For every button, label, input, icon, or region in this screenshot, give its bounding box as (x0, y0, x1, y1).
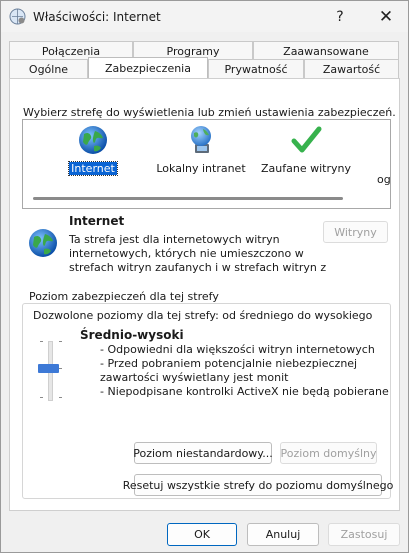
apply-button[interactable]: Zastosuj (328, 523, 400, 546)
allowed-levels-text: Dozwolone poziomy dla tej strefy: od śre… (33, 309, 373, 322)
custom-level-button[interactable]: Poziom niestandardowy... (133, 442, 273, 464)
security-level-group-title: Poziom zabezpieczeń dla tej strefy (26, 290, 222, 303)
zone-label-trusted-sites: Zaufane witryny (261, 162, 351, 175)
slider-tick (59, 397, 62, 398)
security-level-group (22, 303, 391, 499)
title-bar: Właściwości: Internet ? ✕ (1, 1, 408, 32)
zone-item-internet[interactable]: Internet (53, 120, 133, 180)
slider-tick (40, 397, 43, 398)
help-button[interactable]: ? (317, 1, 363, 32)
internet-zone-globe-icon (29, 229, 57, 257)
security-tab-panel: Wybierz strefę do wyświetlenia lub zmień… (9, 78, 400, 511)
zone-list-scrollbar[interactable] (33, 197, 343, 200)
slider-tick (59, 368, 62, 369)
slider-tick (59, 341, 62, 342)
default-level-button[interactable]: Poziom domyślny (280, 442, 377, 464)
tab-advanced[interactable]: Zaawansowane (253, 41, 399, 60)
checkmark-icon (291, 126, 322, 153)
intranet-globe-icon (191, 126, 211, 153)
zone-instruction: Wybierz strefę do wyświetlenia lub zmień… (23, 106, 396, 119)
zone-info-title: Internet (69, 214, 125, 228)
window-title: Właściwości: Internet (33, 10, 161, 24)
zone-label-local-intranet: Lokalny intranet (156, 162, 246, 175)
security-level-slider-thumb[interactable] (38, 364, 59, 373)
zone-item-trusted-sites[interactable]: Zaufane witryny (261, 120, 351, 180)
zone-label-internet: Internet (68, 161, 118, 176)
zone-item-local-intranet[interactable]: Lokalny intranet (151, 120, 251, 180)
tab-security[interactable]: Zabezpieczenia (88, 57, 208, 78)
reset-all-zones-button[interactable]: Resetuj wszystkie strefy do poziomu domy… (123, 474, 393, 496)
zone-list[interactable]: Internet Lokalny intranet Zaufane witryn… (22, 119, 391, 209)
sites-button[interactable]: Witryny (323, 221, 388, 243)
tab-privacy[interactable]: Prywatność (208, 59, 304, 78)
level-detail-1: - Odpowiedni dla większości witryn inter… (100, 343, 375, 356)
ok-button[interactable]: OK (167, 523, 237, 546)
tab-general[interactable]: Ogólne (9, 59, 88, 78)
close-button[interactable]: ✕ (363, 1, 409, 32)
level-detail-2: - Przed pobraniem potencjalnie niebezpie… (100, 357, 358, 370)
zone-label-restricted-partial: og (377, 173, 391, 186)
level-name: Średnio-wysoki (80, 328, 184, 342)
zone-info-line-3: strefach witryn zaufanych i w strefach w… (69, 261, 327, 274)
zone-info-line-2: internetowych, których nie umieszczono w (69, 247, 304, 260)
internet-options-icon (9, 8, 26, 25)
tab-content[interactable]: Zawartość (304, 59, 399, 78)
level-detail-3: zawartości wyświetlany jest monit (100, 371, 289, 384)
cancel-button[interactable]: Anuluj (247, 523, 319, 546)
zone-info-line-1: Ta strefa jest dla internetowych witryn (69, 233, 280, 246)
slider-tick (40, 341, 43, 342)
tab-row-front: Ogólne Zabezpieczenia Prywatność Zawarto… (9, 57, 399, 78)
globe-icon (79, 126, 107, 154)
level-detail-4: - Niepodpisane kontrolki ActiveX nie będ… (100, 385, 389, 398)
internet-properties-dialog: Właściwości: Internet ? ✕ Połączenia Pro… (0, 0, 409, 553)
